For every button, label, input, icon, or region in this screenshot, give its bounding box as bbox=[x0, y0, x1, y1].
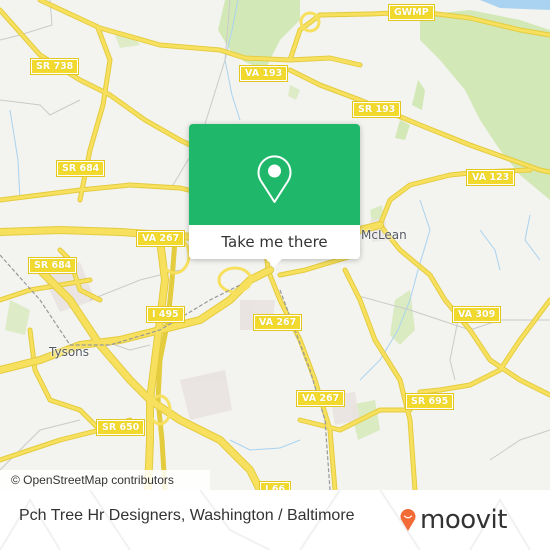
route-shield: VA 309 bbox=[451, 306, 502, 323]
map-attribution[interactable]: © OpenStreetMap contributors bbox=[0, 470, 210, 490]
route-shield: I 66 bbox=[258, 481, 292, 490]
location-popup: Take me there bbox=[189, 124, 360, 267]
route-shield: SR 684 bbox=[55, 160, 106, 177]
route-shield: VA 193 bbox=[238, 65, 289, 82]
route-shield: VA 267 bbox=[135, 230, 186, 247]
route-shield: SR 738 bbox=[29, 58, 80, 75]
route-shield: VA 267 bbox=[252, 314, 303, 331]
place-label-mclean: McLean bbox=[361, 228, 407, 242]
popup-pointer bbox=[265, 258, 283, 267]
route-shield: SR 695 bbox=[404, 393, 455, 410]
take-me-there-button[interactable]: Take me there bbox=[189, 225, 360, 259]
route-shield: SR 650 bbox=[95, 419, 146, 436]
map-pin-icon bbox=[257, 155, 292, 203]
route-shield: VA 123 bbox=[465, 169, 516, 186]
route-shield: GWMP bbox=[388, 4, 435, 21]
route-shield: SR 193 bbox=[351, 101, 402, 118]
route-shield: I 495 bbox=[146, 306, 185, 323]
moovit-logo[interactable]: moovit bbox=[400, 502, 507, 538]
route-shield: VA 267 bbox=[295, 390, 346, 407]
place-label-tysons: Tysons bbox=[49, 345, 90, 359]
location-title: Pch Tree Hr Designers, Washington / Balt… bbox=[19, 507, 355, 524]
take-me-there-label: Take me there bbox=[221, 233, 328, 251]
popup-header bbox=[189, 124, 360, 225]
moovit-pin-icon bbox=[400, 509, 416, 531]
footer-bar: Pch Tree Hr Designers, Washington / Balt… bbox=[0, 490, 550, 550]
moovit-wordmark: moovit bbox=[420, 505, 507, 535]
route-shield: SR 684 bbox=[27, 257, 78, 274]
map-view[interactable]: SR 738 VA 193 GWMP SR 193 SR 684 VA 123 … bbox=[0, 0, 550, 490]
